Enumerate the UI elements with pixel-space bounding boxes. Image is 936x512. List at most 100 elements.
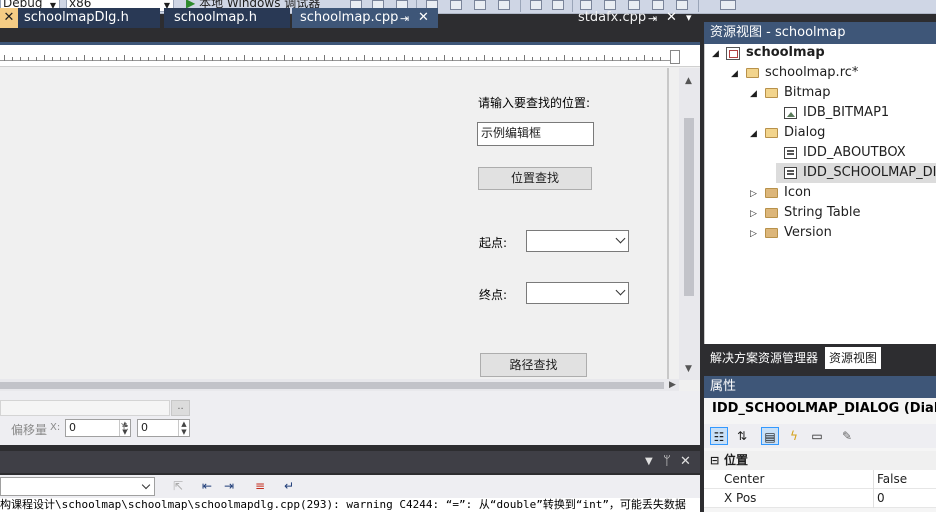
tab-resource-view[interactable]: 资源视图 bbox=[825, 347, 882, 369]
goto-location-icon[interactable]: ⇱ bbox=[170, 478, 186, 494]
align-right-icon[interactable] bbox=[474, 0, 486, 10]
scroll-right-icon[interactable]: ▶ bbox=[669, 380, 676, 390]
spin-arrows-icon[interactable]: ▲ ▼ bbox=[178, 420, 189, 436]
y-offset-spinner[interactable]: 0 ▲ ▼ bbox=[137, 419, 190, 437]
wrench-icon[interactable]: ✎ bbox=[838, 427, 856, 445]
vertical-scroll-thumb[interactable] bbox=[684, 118, 694, 296]
tab-solution-explorer[interactable]: 解决方案资源管理器 bbox=[706, 347, 823, 369]
selection-field[interactable] bbox=[0, 400, 170, 416]
property-pages-icon[interactable]: ▤ bbox=[761, 427, 779, 445]
ruler-tick bbox=[180, 57, 181, 61]
space-across-icon[interactable] bbox=[530, 0, 542, 10]
test-dialog-icon[interactable] bbox=[720, 0, 736, 10]
x-label: X: bbox=[50, 422, 61, 433]
tab-schoolmap-h[interactable]: schoolmap.h bbox=[164, 8, 290, 28]
tree-node-project[interactable]: schoolmap bbox=[746, 43, 825, 63]
alphabetical-icon[interactable]: ⇅ bbox=[733, 427, 751, 445]
tree-node-version[interactable]: Version bbox=[784, 223, 832, 243]
collapsed-caret-icon[interactable]: ▷ bbox=[750, 209, 757, 219]
output-source-combo[interactable] bbox=[0, 477, 155, 496]
collapsed-caret-icon[interactable]: ▷ bbox=[750, 229, 757, 239]
ellipsis-button[interactable]: .. bbox=[171, 400, 190, 416]
events-icon[interactable]: ϟ bbox=[785, 427, 803, 445]
property-row[interactable]: Center False bbox=[704, 470, 936, 489]
pin-icon[interactable]: ⇥ bbox=[400, 9, 409, 29]
ruler-tick bbox=[644, 55, 645, 61]
prev-message-icon[interactable]: ⇤ bbox=[199, 478, 215, 494]
chevron-down-icon bbox=[615, 233, 626, 244]
ruler-tick bbox=[252, 57, 253, 61]
property-category[interactable]: ⊟ 位置 bbox=[704, 451, 936, 470]
property-value[interactable]: False bbox=[877, 470, 907, 489]
property-category-label: 位置 bbox=[724, 453, 749, 467]
pin-icon[interactable]: ⇥ bbox=[648, 9, 657, 29]
tree-node-bitmap[interactable]: Bitmap bbox=[784, 83, 831, 103]
categorized-icon[interactable]: ☷ bbox=[710, 427, 728, 445]
y-offset-value: 0 bbox=[141, 421, 148, 434]
close-icon[interactable]: ✕ bbox=[666, 8, 677, 28]
tab-label: schoolmap.h bbox=[174, 10, 257, 25]
start-combo[interactable] bbox=[526, 230, 629, 252]
ruler-tick bbox=[484, 55, 485, 61]
property-row[interactable]: X Pos 0 bbox=[704, 489, 936, 508]
scroll-up-icon[interactable]: ▲ bbox=[685, 76, 692, 86]
tree-node-idd-schoolmap-dialog[interactable]: IDD_SCHOOLMAP_DIALOG bbox=[803, 163, 936, 183]
collapse-icon[interactable]: ⊟ bbox=[710, 451, 719, 470]
tab-schoolmap-cpp[interactable]: schoolmap.cpp ⇥ ✕ bbox=[292, 8, 438, 28]
prompt-label[interactable]: 请输入要查找的位置: bbox=[478, 94, 590, 111]
ruler-tick bbox=[156, 57, 157, 61]
expanded-caret-icon[interactable]: ◢ bbox=[731, 69, 738, 79]
find-location-button[interactable]: 位置查找 bbox=[478, 167, 592, 190]
panel-menu-icon[interactable]: ▼ bbox=[645, 456, 653, 467]
ruler-tick bbox=[428, 57, 429, 61]
align-top-icon[interactable] bbox=[498, 0, 510, 10]
ruler-tick bbox=[404, 55, 405, 61]
ruler-tick bbox=[556, 57, 557, 61]
start-label[interactable]: 起点: bbox=[479, 234, 507, 251]
location-edit-box[interactable]: 示例编辑框 bbox=[477, 122, 594, 146]
end-combo[interactable] bbox=[526, 282, 629, 304]
close-icon[interactable]: ✕ bbox=[418, 8, 429, 28]
collapsed-caret-icon[interactable]: ▷ bbox=[750, 189, 757, 199]
close-icon[interactable]: ✕ bbox=[0, 8, 18, 28]
pin-icon[interactable]: ᛘ bbox=[663, 454, 671, 469]
tab-schoolmapdlg-h[interactable]: ✕ schoolmapDlg.h bbox=[0, 8, 160, 28]
find-path-button[interactable]: 路径查找 bbox=[480, 353, 587, 377]
ruler-tick bbox=[260, 57, 261, 61]
dialog-design-surface[interactable] bbox=[0, 68, 668, 380]
clear-all-icon[interactable]: ≡ bbox=[252, 478, 268, 494]
tree-node-dialog[interactable]: Dialog bbox=[784, 123, 825, 143]
space-down-icon[interactable] bbox=[552, 0, 564, 10]
ruler-tick bbox=[540, 57, 541, 61]
ruler-guide-handle[interactable] bbox=[670, 50, 680, 64]
ruler-tick bbox=[316, 57, 317, 61]
expanded-caret-icon[interactable]: ◢ bbox=[712, 49, 719, 59]
dialog-edge[interactable] bbox=[667, 68, 669, 380]
align-center-icon[interactable] bbox=[450, 0, 462, 10]
tree-node-icon[interactable]: Icon bbox=[784, 183, 811, 203]
folder-open-icon bbox=[746, 68, 759, 78]
folder-open-icon bbox=[765, 88, 778, 98]
tab-stdafx-cpp[interactable]: stdafx.cpp ⇥ ✕ ▾ bbox=[570, 8, 700, 28]
messages-icon[interactable]: ▭ bbox=[808, 427, 826, 445]
tab-overflow-icon[interactable]: ▾ bbox=[686, 8, 692, 28]
property-value[interactable]: 0 bbox=[877, 489, 885, 508]
tree-node-idb-bitmap1[interactable]: IDB_BITMAP1 bbox=[803, 103, 889, 123]
tree-node-idd-aboutbox[interactable]: IDD_ABOUTBOX bbox=[803, 143, 906, 163]
ruler-tick bbox=[4, 55, 5, 61]
tree-node-string-table[interactable]: String Table bbox=[784, 203, 861, 223]
next-message-icon[interactable]: ⇥ bbox=[221, 478, 237, 494]
tree-node-rc[interactable]: schoolmap.rc* bbox=[765, 63, 858, 83]
properties-object-name[interactable]: IDD_SCHOOLMAP_DIALOG (Dialog) bbox=[712, 401, 936, 416]
expanded-caret-icon[interactable]: ◢ bbox=[750, 129, 757, 139]
end-label[interactable]: 终点: bbox=[479, 286, 507, 303]
ruler-tick bbox=[324, 55, 325, 61]
ruler-tick bbox=[564, 55, 565, 61]
close-icon[interactable]: ✕ bbox=[680, 454, 691, 469]
scroll-down-icon[interactable]: ▼ bbox=[685, 364, 692, 374]
word-wrap-icon[interactable]: ↵ bbox=[281, 478, 297, 494]
expanded-caret-icon[interactable]: ◢ bbox=[750, 89, 757, 99]
ruler-tick bbox=[636, 57, 637, 61]
horizontal-scroll-thumb[interactable] bbox=[0, 382, 664, 389]
ruler-tick bbox=[100, 57, 101, 61]
